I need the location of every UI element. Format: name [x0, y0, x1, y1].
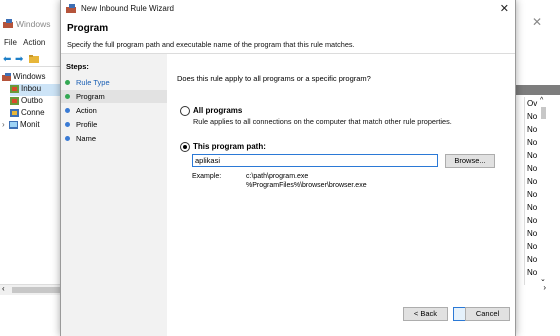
scrollbar-thumb[interactable]	[541, 107, 546, 119]
wizard-content: Does this rule apply to all programs or …	[167, 54, 515, 336]
browse-button[interactable]: Browse...	[445, 154, 495, 168]
example-path-1: c:\path\program.exe	[246, 173, 309, 180]
chevron-right-icon[interactable]: ›	[2, 120, 9, 129]
rules-list-pane: Ov No No No No No No No No No No No No No ^ ⌄	[514, 85, 560, 285]
console-tree: Windows Inbou Outbo Conne › Monit	[0, 68, 63, 284]
tree-item-outbound[interactable]: Outbo	[10, 96, 43, 108]
question-text: Does this rule apply to all programs or …	[177, 74, 371, 83]
window-title: Windows	[16, 19, 51, 29]
option-program-path-label[interactable]: This program path:	[193, 142, 266, 151]
example-label: Example:	[192, 173, 222, 180]
scroll-right-icon[interactable]: ›	[543, 283, 546, 292]
example-path-2: %ProgramFiles%\browser\browser.exe	[246, 182, 367, 189]
folder-icon[interactable]	[29, 54, 39, 64]
dialog-title: New Inbound Rule Wizard	[81, 4, 174, 13]
step-pending-icon	[65, 108, 70, 113]
vertical-scrollbar[interactable]: ^ ⌄	[540, 97, 548, 285]
step-profile[interactable]: Profile	[61, 118, 167, 131]
program-path-input[interactable]	[192, 154, 438, 167]
scroll-down-icon[interactable]: ⌄	[540, 275, 546, 283]
tree-item-connection[interactable]: Conne	[10, 108, 45, 120]
horizontal-scrollbar[interactable]: ‹	[0, 284, 62, 295]
inbound-rules-icon	[10, 84, 19, 93]
connection-security-icon	[10, 108, 19, 117]
new-inbound-rule-wizard: New Inbound Rule Wizard ✕ Program Specif…	[60, 0, 516, 336]
page-title: Program	[67, 23, 109, 34]
tree-item-monitoring[interactable]: › Monit	[2, 120, 40, 132]
back-button[interactable]: < Back	[403, 307, 448, 321]
column-header-bar	[514, 85, 560, 95]
step-name[interactable]: Name	[61, 132, 167, 145]
scroll-left-icon[interactable]: ‹	[2, 284, 5, 293]
option-all-programs-description: Rule applies to all connections on the c…	[193, 117, 452, 126]
radio-all-programs[interactable]	[180, 106, 190, 116]
step-program[interactable]: Program	[61, 90, 167, 103]
horizontal-scrollbar-right[interactable]: ›	[514, 283, 546, 294]
step-current-icon	[65, 94, 70, 99]
step-rule-type[interactable]: Rule Type	[61, 76, 167, 89]
scrollbar-thumb[interactable]	[12, 287, 60, 293]
step-complete-icon	[65, 80, 70, 85]
step-action[interactable]: Action	[61, 104, 167, 117]
step-pending-icon	[65, 136, 70, 141]
firewall-icon	[2, 72, 11, 81]
firewall-app-icon	[3, 19, 13, 28]
option-all-programs-label[interactable]: All programs	[193, 106, 242, 115]
menu-action[interactable]: Action	[23, 38, 45, 47]
steps-title: Steps:	[66, 62, 89, 71]
tree-item-root[interactable]: Windows	[2, 72, 45, 84]
step-pending-icon	[65, 122, 70, 127]
menu-file[interactable]: File	[4, 38, 17, 47]
firewall-app-icon	[66, 4, 76, 13]
dialog-titlebar: New Inbound Rule Wizard ✕	[61, 0, 515, 17]
scroll-up-icon[interactable]: ^	[540, 97, 543, 104]
radio-this-program-path[interactable]	[180, 142, 190, 152]
steps-panel: Steps: Rule Type Program Action Profile …	[61, 54, 167, 336]
close-icon[interactable]: ✕	[500, 2, 509, 15]
cancel-button[interactable]: Cancel	[465, 307, 510, 321]
page-description: Specify the full program path and execut…	[67, 40, 355, 49]
outbound-rules-icon	[10, 96, 19, 105]
close-icon[interactable]: ✕	[532, 15, 542, 29]
tree-item-inbound[interactable]: Inbou	[10, 84, 62, 96]
dialog-header: Program Specify the full program path an…	[61, 17, 515, 53]
monitoring-icon	[9, 120, 18, 129]
back-arrow-icon[interactable]: ⬅	[3, 54, 11, 65]
forward-arrow-icon[interactable]: ➡	[15, 54, 23, 65]
